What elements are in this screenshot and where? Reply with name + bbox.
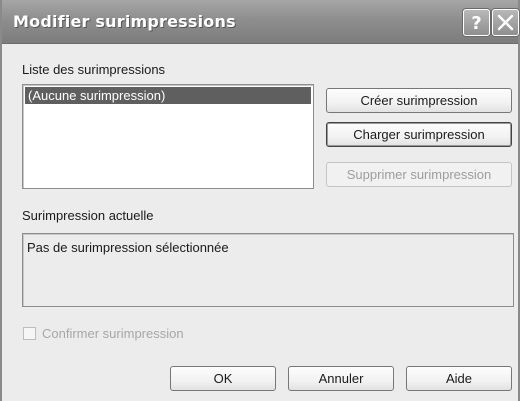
close-title-button[interactable] — [492, 9, 519, 36]
current-overlay-field: Pas de surimpression sélectionnée — [22, 233, 514, 307]
current-overlay-value: Pas de surimpression sélectionnée — [27, 240, 229, 255]
create-overlay-button[interactable]: Créer surimpression — [326, 88, 512, 113]
dialog-title: Modifier surimpressions — [13, 12, 236, 31]
list-item[interactable]: (Aucune surimpression) — [25, 87, 311, 104]
help-button[interactable]: Aide — [406, 366, 512, 391]
confirm-overlay-checkbox[interactable] — [23, 327, 36, 340]
question-mark-icon: ? — [471, 13, 481, 34]
help-title-button[interactable]: ? — [463, 9, 490, 36]
confirm-overlay-label: Confirmer surimpression — [42, 326, 184, 341]
load-overlay-button[interactable]: Charger surimpression — [326, 122, 512, 147]
current-overlay-label: Surimpression actuelle — [22, 208, 154, 223]
overlay-listbox[interactable]: (Aucune surimpression) — [22, 84, 314, 189]
ok-button[interactable]: OK — [170, 366, 276, 391]
svg-text:?: ? — [471, 13, 481, 34]
modify-overlays-dialog: Modifier surimpressions ? Liste des suri… — [0, 0, 520, 401]
overlay-list-label: Liste des surimpressions — [22, 62, 166, 77]
title-bar[interactable]: Modifier surimpressions ? — [2, 0, 519, 44]
delete-overlay-button[interactable]: Supprimer surimpression — [326, 162, 512, 187]
close-x-icon — [497, 14, 514, 31]
cancel-button[interactable]: Annuler — [288, 366, 394, 391]
